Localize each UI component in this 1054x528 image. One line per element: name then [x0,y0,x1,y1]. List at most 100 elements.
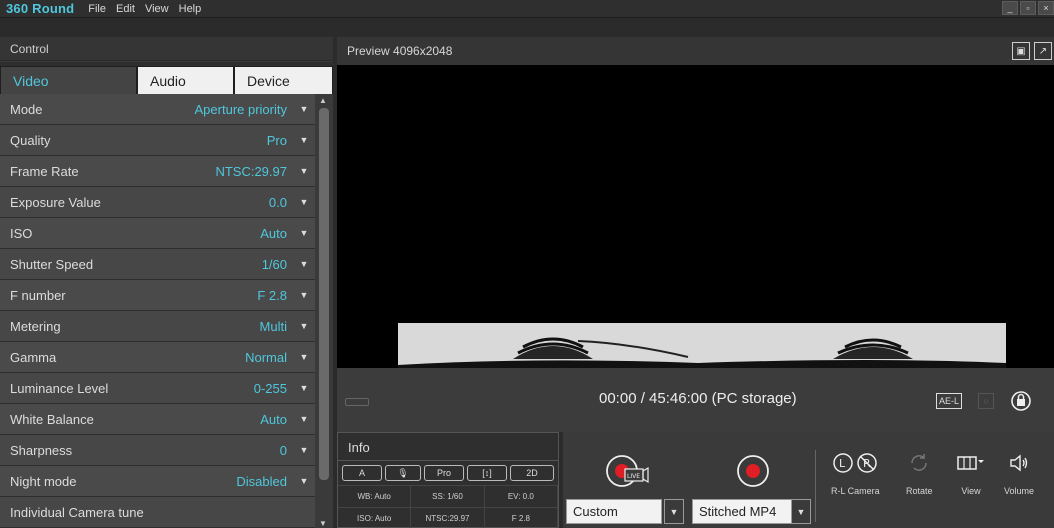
close-button[interactable]: × [1038,1,1054,15]
param-row[interactable]: ISO Auto ▼ [0,218,315,249]
param-value[interactable]: Pro [267,133,293,148]
view-icon [957,456,984,470]
menu-edit[interactable]: Edit [116,3,135,15]
menu-view[interactable]: View [145,3,169,15]
maximize-button[interactable]: ▫ [1020,1,1036,15]
menu-file[interactable]: File [88,3,106,15]
microphone-icon: 🎙 [385,465,421,481]
param-label: Gamma [10,349,57,365]
info-title: Info [338,433,558,461]
param-value[interactable]: Disabled [236,474,293,489]
minimize-button[interactable]: _ [1002,1,1018,15]
param-value[interactable]: Auto [260,226,293,241]
format-select-arrow[interactable]: ▼ [791,499,811,524]
param-row[interactable]: Quality Pro ▼ [0,125,315,156]
chevron-down-icon[interactable]: ▼ [293,228,315,238]
param-label: Sharpness [10,442,73,458]
param-label: Shutter Speed [10,256,94,272]
tab-video[interactable]: Video [0,66,137,94]
scroll-up-icon[interactable]: ▲ [319,96,327,105]
param-value[interactable]: F 2.8 [257,288,293,303]
param-row[interactable]: White Balance Auto ▼ [0,404,315,435]
param-row[interactable]: Metering Multi ▼ [0,311,315,342]
param-label: Quality [10,132,51,148]
chevron-down-icon[interactable]: ▼ [293,290,315,300]
chevron-down-icon[interactable]: ▼ [293,135,315,145]
param-scrollbar[interactable]: ▲ ▼ [315,94,333,528]
rl-camera-label: R-L Camera [831,486,880,496]
param-row[interactable]: Mode Aperture priority ▼ [0,94,315,125]
volume-icon [1010,454,1028,472]
info-panel: Info A 🎙 Pro [↕] 2D WB: Auto SS: 1/60 EV… [337,432,559,528]
chevron-down-icon[interactable]: ▼ [293,352,315,362]
live-record-button[interactable]: LIVE [605,454,651,488]
param-row[interactable]: Individual Camera tune [0,497,315,528]
title-bar: 360 Round File Edit View Help _ ▫ × [0,0,1054,18]
menu-help[interactable]: Help [179,3,202,15]
volume-label: Volume [1004,486,1035,496]
param-label: Metering [10,318,61,334]
preview-header: Preview 4096x2048 ▣ ↗ [337,37,1054,65]
param-label: ISO [10,225,33,241]
param-row[interactable]: Exposure Value 0.0 ▼ [0,187,315,218]
chevron-down-icon[interactable]: ▼ [293,321,315,331]
param-row[interactable]: Frame Rate NTSC:29.97 ▼ [0,156,315,187]
rl-camera-tool[interactable]: L R R-L Camera [831,452,880,496]
chip-stabilizer: [↕] [467,465,507,481]
param-row[interactable]: Luminance Level 0-255 ▼ [0,373,315,404]
svg-text:L: L [839,457,846,470]
param-value[interactable]: Aperture priority [195,102,293,117]
param-label: Luminance Level [10,380,109,396]
param-value[interactable]: 1/60 [262,257,293,272]
param-value[interactable]: NTSC:29.97 [215,164,293,179]
param-value[interactable]: 0.0 [269,195,293,210]
rl-camera-icon: L R [833,453,878,473]
view-tool[interactable]: View [956,452,986,496]
timeline-bar: 00:00 / 45:46:00 (PC storage) AE-L ○ [337,368,1054,432]
volume-tool[interactable]: Volume [1004,452,1034,496]
param-row[interactable]: Night mode Disabled ▼ [0,466,315,497]
window-mode-icon[interactable]: ▣ [1012,42,1030,60]
pop-out-icon[interactable]: ↗ [1034,42,1052,60]
param-label: White Balance [10,411,94,427]
info-framerate: NTSC:29.97 [411,507,485,528]
tab-audio[interactable]: Audio [137,66,234,94]
chevron-down-icon[interactable]: ▼ [293,259,315,269]
scroll-down-icon[interactable]: ▼ [319,519,327,528]
chevron-down-icon[interactable]: ▼ [293,414,315,424]
param-row[interactable]: Shutter Speed 1/60 ▼ [0,249,315,280]
param-label: Individual Camera tune [10,504,144,520]
param-value[interactable]: 0 [280,443,293,458]
param-label: Frame Rate [10,163,79,179]
snapshot-icon[interactable]: ○ [978,393,994,409]
param-row[interactable]: Gamma Normal ▼ [0,342,315,373]
chevron-down-icon[interactable]: ▼ [293,166,315,176]
chevron-down-icon[interactable]: ▼ [293,476,315,486]
chevron-down-icon[interactable]: ▼ [293,383,315,393]
tab-device[interactable]: Device [234,66,333,94]
param-value[interactable]: Auto [260,412,293,427]
preview-area[interactable] [337,65,1054,369]
ae-lock-button[interactable]: AE-L [935,393,962,409]
param-row[interactable]: F number F 2.8 ▼ [0,280,315,311]
lock-icon[interactable] [1010,390,1032,412]
rotate-tool[interactable]: Rotate [906,452,933,496]
stream-select[interactable]: Custom [566,499,662,524]
chevron-down-icon[interactable]: ▼ [293,104,315,114]
param-value[interactable]: 0-255 [254,381,293,396]
time-display: 00:00 / 45:46:00 (PC storage) [599,390,797,407]
param-row[interactable]: Sharpness 0 ▼ [0,435,315,466]
param-value[interactable]: Multi [260,319,293,334]
chip-quality: Pro [424,465,464,481]
view-label: View [961,486,981,496]
info-wb: WB: Auto [338,485,412,507]
chip-auto: A [342,465,382,481]
scroll-thumb[interactable] [319,108,329,480]
chevron-down-icon[interactable]: ▼ [293,197,315,207]
seek-bar[interactable] [345,398,369,406]
chevron-down-icon[interactable]: ▼ [293,445,315,455]
record-button[interactable] [736,454,770,488]
format-select[interactable]: Stitched MP4 [692,499,796,524]
stream-select-arrow[interactable]: ▼ [664,499,684,524]
param-value[interactable]: Normal [245,350,293,365]
